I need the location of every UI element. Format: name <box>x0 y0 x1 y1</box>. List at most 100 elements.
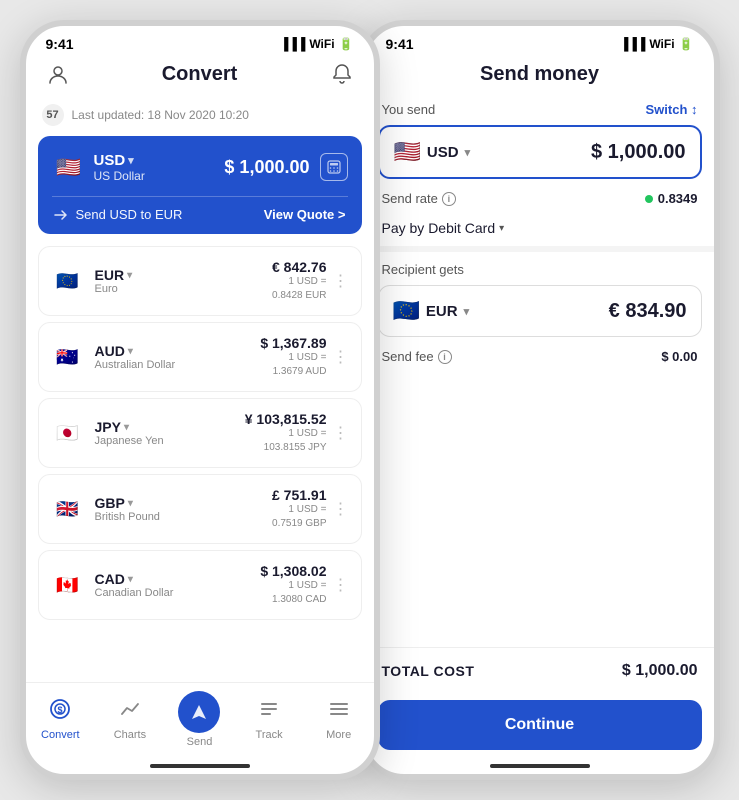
bottom-nav: $ Convert Charts Send <box>26 682 374 760</box>
status-icons: ▐▐▐ WiFi 🔋 <box>280 37 354 51</box>
signal-icon: ▐▐▐ <box>280 37 306 51</box>
pay-method-row[interactable]: Pay by Debit Card ▾ <box>366 214 714 246</box>
list-item[interactable]: 🇦🇺 AUD ▾ Australian Dollar $ 1,367.89 1 … <box>38 322 362 392</box>
send-rate-label: Send rate i <box>382 191 456 206</box>
amount-cad: $ 1,308.02 <box>260 563 326 579</box>
selected-amount: $ 1,000.00 <box>224 157 309 178</box>
fee-value: $ 0.00 <box>661 349 697 364</box>
recipient-currency-code: EUR <box>426 303 458 320</box>
header: Convert <box>26 56 374 98</box>
send-currency-code: USD <box>427 144 459 161</box>
nav-track[interactable]: Track <box>244 698 294 741</box>
currency-list: 🇪🇺 EUR ▾ Euro € 842.76 1 USD =0.8428 EUR… <box>26 238 374 682</box>
list-item[interactable]: 🇯🇵 JPY ▾ Japanese Yen ¥ 103,815.52 1 USD… <box>38 398 362 468</box>
list-item[interactable]: 🇪🇺 EUR ▾ Euro € 842.76 1 USD =0.8428 EUR… <box>38 246 362 316</box>
fee-row: Send fee i $ 0.00 <box>366 341 714 372</box>
send-label: Send <box>187 736 213 748</box>
battery-icon: 🔋 <box>339 37 354 51</box>
rate-jpy: 1 USD =103.8155 JPY <box>245 427 327 455</box>
total-cost-value: $ 1,000.00 <box>622 662 698 680</box>
more-icon-aud[interactable]: ⋮ <box>333 347 349 367</box>
flag-aud: 🇦🇺 <box>51 340 85 374</box>
flag-jpy: 🇯🇵 <box>51 416 85 450</box>
rate-eur: 1 USD =0.8428 EUR <box>272 275 327 303</box>
more-icon-gbp[interactable]: ⋮ <box>333 499 349 519</box>
code-gbp: GBP ▾ <box>95 495 160 511</box>
list-item[interactable]: 🇨🇦 CAD ▾ Canadian Dollar $ 1,308.02 1 US… <box>38 550 362 620</box>
send-icon[interactable] <box>178 691 220 733</box>
amount-gbp: £ 751.91 <box>272 487 327 503</box>
home-indicator-2 <box>490 764 590 768</box>
name-eur: Euro <box>95 283 133 295</box>
track-icon <box>258 698 280 726</box>
track-label: Track <box>256 729 283 741</box>
selected-name: US Dollar <box>94 169 145 183</box>
green-dot <box>645 195 653 203</box>
charts-icon <box>119 698 141 726</box>
amount-jpy: ¥ 103,815.52 <box>245 411 327 427</box>
update-bar: 57 Last updated: 18 Nov 2020 10:20 <box>26 98 374 132</box>
send-flag: 🇺🇸 <box>394 139 421 165</box>
fee-label: Send fee i <box>382 349 452 364</box>
code-jpy: JPY ▾ <box>95 419 164 435</box>
flag-gbp: 🇬🇧 <box>51 492 85 526</box>
rate-info-icon[interactable]: i <box>442 192 456 206</box>
switch-button[interactable]: Switch ↕ <box>645 102 697 117</box>
calculator-icon[interactable] <box>320 153 348 181</box>
nav-send[interactable]: Send <box>174 691 224 748</box>
svg-text:$: $ <box>58 705 63 715</box>
status-bar: 9:41 ▐▐▐ WiFi 🔋 <box>26 26 374 56</box>
rate-cad: 1 USD =1.3080 CAD <box>260 579 326 607</box>
nav-more[interactable]: More <box>314 698 364 741</box>
update-text: Last updated: 18 Nov 2020 10:20 <box>72 108 249 122</box>
send-page-title: Send money <box>480 63 599 86</box>
convert-label: Convert <box>41 729 80 741</box>
wifi-icon: WiFi <box>309 37 334 51</box>
recipient-chevron[interactable]: ▾ <box>464 305 470 318</box>
home-indicator <box>150 764 250 768</box>
send-phone: 9:41 ▐▐▐ WiFi 🔋 ‹ Send money 🔔 You send … <box>360 20 720 780</box>
code-cad: CAD ▾ <box>95 571 174 587</box>
send-amount-box[interactable]: 🇺🇸 USD ▾ $ 1,000.00 <box>378 125 702 179</box>
convert-icon: $ <box>49 698 71 726</box>
nav-charts[interactable]: Charts <box>105 698 155 741</box>
name-cad: Canadian Dollar <box>95 587 174 599</box>
send-label: Send USD to EUR <box>54 207 183 222</box>
status-time: 9:41 <box>46 36 74 52</box>
pay-method-label: Pay by Debit Card <box>382 220 496 236</box>
convert-phone: 9:41 ▐▐▐ WiFi 🔋 Convert <box>20 20 380 780</box>
signal-icon-2: ▐▐▐ <box>620 37 646 51</box>
more-icon-jpy[interactable]: ⋮ <box>333 423 349 443</box>
pay-method-chevron[interactable]: ▾ <box>499 223 504 234</box>
more-icon-eur[interactable]: ⋮ <box>333 271 349 291</box>
selected-currency-card[interactable]: 🇺🇸 USD ▾ US Dollar $ 1,000.00 <box>38 136 362 234</box>
recipient-amount-box[interactable]: 🇪🇺 EUR ▾ € 834.90 <box>378 285 702 337</box>
more-icon-cad[interactable]: ⋮ <box>333 575 349 595</box>
send-bar[interactable]: Send USD to EUR View Quote > <box>52 196 348 234</box>
update-badge: 57 <box>42 104 64 126</box>
code-eur: EUR ▾ <box>95 267 133 283</box>
continue-button[interactable]: Continue <box>378 700 702 750</box>
currency-chevron[interactable]: ▾ <box>465 146 471 159</box>
recipient-currency-selector[interactable]: 🇪🇺 EUR ▾ <box>393 298 470 324</box>
name-aud: Australian Dollar <box>95 359 176 371</box>
send-header: ‹ Send money 🔔 <box>366 56 714 98</box>
fee-info-icon[interactable]: i <box>438 350 452 364</box>
recipient-amount-value: € 834.90 <box>609 300 687 323</box>
send-rate-value: 0.8349 <box>645 191 698 206</box>
recipient-flag: 🇪🇺 <box>393 298 420 324</box>
selected-flag: 🇺🇸 <box>52 150 86 184</box>
list-item[interactable]: 🇬🇧 GBP ▾ British Pound £ 751.91 1 USD =0… <box>38 474 362 544</box>
notification-icon[interactable] <box>328 60 356 88</box>
view-quote-link[interactable]: View Quote > <box>264 207 346 222</box>
nav-convert[interactable]: $ Convert <box>35 698 85 741</box>
send-currency-selector[interactable]: 🇺🇸 USD ▾ <box>394 139 471 165</box>
total-cost-row: TOTAL COST $ 1,000.00 <box>366 647 714 694</box>
profile-icon[interactable] <box>44 60 72 88</box>
rate-gbp: 1 USD =0.7519 GBP <box>272 503 327 531</box>
status-time-2: 9:41 <box>386 36 414 52</box>
selected-code[interactable]: USD ▾ <box>94 152 145 169</box>
you-send-row: You send Switch ↕ <box>366 98 714 121</box>
status-icons-2: ▐▐▐ WiFi 🔋 <box>620 37 694 51</box>
code-aud: AUD ▾ <box>95 343 176 359</box>
